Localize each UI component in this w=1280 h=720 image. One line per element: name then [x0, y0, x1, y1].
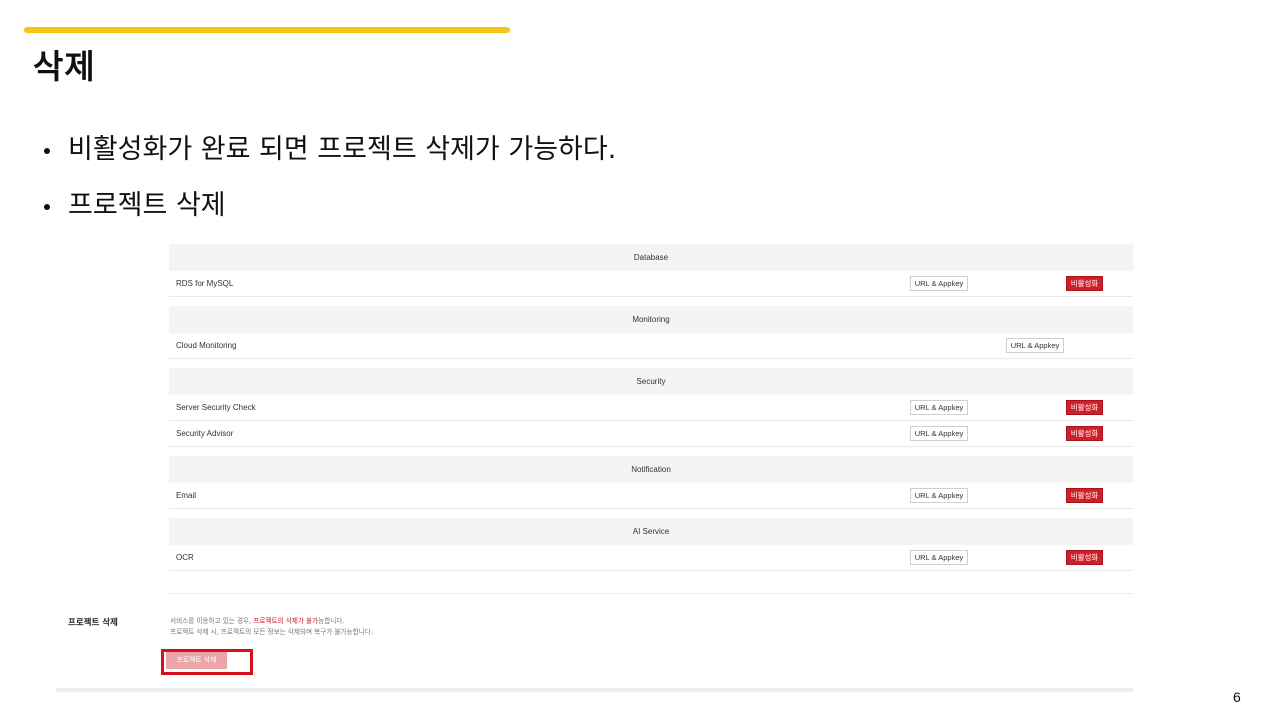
url-appkey-button[interactable]: URL & Appkey	[910, 550, 968, 565]
console-bottom-bar	[56, 688, 1133, 692]
service-row: Email URL & Appkey 비활성화	[169, 483, 1133, 509]
service-group-ai-service: AI Service OCR URL & Appkey 비활성화	[169, 518, 1133, 571]
group-header: Notification	[169, 456, 1133, 483]
group-header: AI Service	[169, 518, 1133, 545]
service-name: RDS for MySQL	[176, 279, 234, 288]
delete-desc-text: 서비스를 이용하고 있는 경우,	[170, 617, 254, 625]
service-group-database: Database RDS for MySQL URL & Appkey 비활성화	[169, 244, 1133, 297]
group-header: Database	[169, 244, 1133, 271]
page-number: 6	[1233, 689, 1241, 705]
deactivate-button[interactable]: 비활성화	[1066, 488, 1103, 503]
url-appkey-button[interactable]: URL & Appkey	[910, 276, 968, 291]
delete-desc-line: 프로젝트 삭제 시, 프로젝트의 모든 정보는 삭제되며 복구가 불가능합니다.	[170, 628, 373, 636]
service-row: RDS for MySQL URL & Appkey 비활성화	[169, 271, 1133, 297]
delete-desc-line: 서비스를 이용하고 있는 경우, 프로젝트의 삭제가 불가능합니다.	[170, 616, 373, 627]
bullet-list: 비활성화가 완료 되면 프로젝트 삭제가 가능하다. 프로젝트 삭제	[44, 128, 616, 240]
url-appkey-button[interactable]: URL & Appkey	[910, 400, 968, 415]
url-appkey-button[interactable]: URL & Appkey	[910, 426, 968, 441]
group-header: Monitoring	[169, 306, 1133, 333]
title-accent-bar	[24, 27, 510, 33]
service-row: Security Advisor URL & Appkey 비활성화	[169, 421, 1133, 447]
bullet-item: 프로젝트 삭제	[44, 184, 616, 240]
service-row: Server Security Check URL & Appkey 비활성화	[169, 395, 1133, 421]
service-group-notification: Notification Email URL & Appkey 비활성화	[169, 456, 1133, 509]
bullet-item: 비활성화가 완료 되면 프로젝트 삭제가 가능하다.	[44, 128, 616, 184]
section-divider	[169, 593, 1133, 594]
service-name: Server Security Check	[176, 403, 256, 412]
slide-title: 삭제	[33, 47, 96, 86]
service-name: OCR	[176, 553, 194, 562]
service-row: Cloud Monitoring URL & Appkey	[169, 333, 1133, 359]
deactivate-button[interactable]: 비활성화	[1066, 276, 1103, 291]
service-group-monitoring: Monitoring Cloud Monitoring URL & Appkey	[169, 306, 1133, 359]
deactivate-button[interactable]: 비활성화	[1066, 550, 1103, 565]
delete-desc-text: 능합니다.	[318, 617, 345, 625]
service-group-security: Security Server Security Check URL & App…	[169, 368, 1133, 447]
service-name: Security Advisor	[176, 429, 234, 438]
delete-desc-warning: 프로젝트의 삭제가 불가	[253, 617, 319, 625]
delete-section-label: 프로젝트 삭제	[68, 618, 118, 628]
delete-project-button[interactable]: 프로젝트 삭제	[166, 652, 227, 669]
deactivate-button[interactable]: 비활성화	[1066, 426, 1103, 441]
delete-section-description: 서비스를 이용하고 있는 경우, 프로젝트의 삭제가 불가능합니다. 프로젝트 …	[170, 616, 373, 638]
url-appkey-button[interactable]: URL & Appkey	[910, 488, 968, 503]
service-name: Email	[176, 491, 197, 500]
url-appkey-button[interactable]: URL & Appkey	[1006, 338, 1064, 353]
deactivate-button[interactable]: 비활성화	[1066, 400, 1103, 415]
console-screenshot: Database RDS for MySQL URL & Appkey 비활성화…	[56, 244, 1133, 692]
service-row: OCR URL & Appkey 비활성화	[169, 545, 1133, 571]
service-name: Cloud Monitoring	[176, 341, 237, 350]
group-header: Security	[169, 368, 1133, 395]
